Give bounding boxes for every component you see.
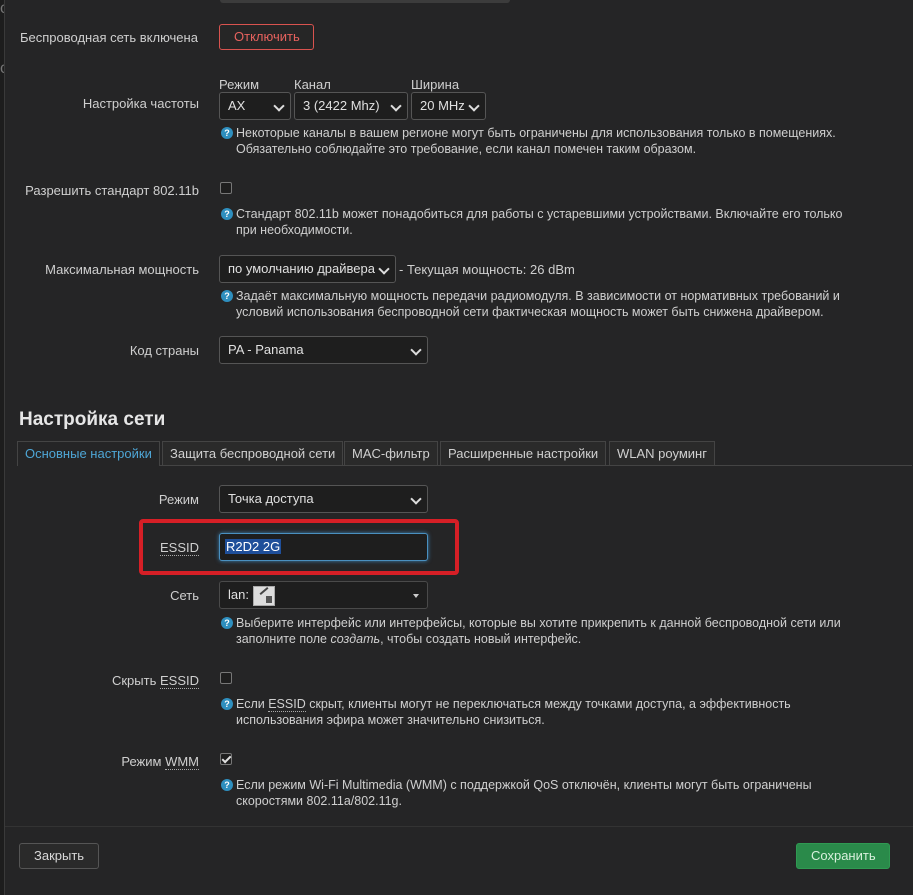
- tab-wireless-security[interactable]: Защита беспроводной сети: [162, 441, 344, 465]
- frequency-label: Настройка частоты: [82, 96, 199, 111]
- tx-power-label: Максимальная мощность: [45, 262, 199, 277]
- help-icon: ?: [221, 290, 233, 302]
- footer-divider: [5, 826, 913, 827]
- close-button[interactable]: Закрыть: [19, 843, 99, 869]
- wmm-checkbox[interactable]: [220, 753, 232, 765]
- essid-highlight-annotation: [139, 519, 459, 575]
- network-interface-icon: [252, 585, 275, 606]
- mode-select[interactable]: AX: [219, 92, 291, 120]
- chevron-down-icon: [390, 100, 402, 112]
- tab-mac-filter[interactable]: MAC-фильтр: [344, 441, 438, 465]
- network-help: ? Выберите интерфейс или интерфейсы, кот…: [221, 615, 881, 647]
- hide-essid-checkbox[interactable]: [220, 672, 232, 684]
- current-power-text: - Текущая мощность: 26 dBm: [399, 262, 575, 277]
- wmm-help: ? Если режим Wi-Fi Multimedia (WMM) с по…: [221, 777, 881, 809]
- channel-select[interactable]: 3 (2422 Mhz): [294, 92, 408, 120]
- disable-button[interactable]: Отключить: [219, 24, 314, 50]
- wireless-config-modal: Беспроводная сеть включена Отключить Реж…: [4, 0, 913, 895]
- country-label: Код страны: [129, 343, 199, 358]
- chevron-down-icon: [410, 344, 422, 356]
- network-select[interactable]: lan:: [219, 581, 428, 609]
- allow-legacy-help: ? Стандарт 802.11b может понадобиться дл…: [221, 206, 881, 238]
- allow-legacy-checkbox[interactable]: [220, 182, 232, 194]
- help-icon: ?: [221, 617, 233, 629]
- tab-basic-settings[interactable]: Основные настройки: [17, 441, 160, 466]
- help-icon: ?: [221, 208, 233, 220]
- channel-sublabel: Канал: [294, 77, 331, 92]
- width-select[interactable]: 20 MHz: [411, 92, 486, 120]
- mode-label: Режим: [158, 492, 199, 507]
- chevron-down-icon: [468, 100, 480, 112]
- chevron-down-icon: [273, 100, 285, 112]
- save-button[interactable]: Сохранить: [796, 843, 890, 869]
- mode-sublabel: Режим: [219, 77, 260, 92]
- chevron-down-icon: [410, 493, 422, 505]
- wireless-enabled-label: Беспроводная сеть включена: [20, 30, 198, 45]
- wifi-mode-select[interactable]: Точка доступа: [219, 485, 428, 513]
- chevron-down-icon: [378, 263, 390, 275]
- allow-legacy-label: Разрешить стандарт 802.11b: [25, 183, 199, 198]
- wmm-label: Режим WMM: [121, 754, 199, 770]
- scroll-remnant: [220, 0, 510, 3]
- tab-advanced-settings[interactable]: Расширенные настройки: [440, 441, 607, 465]
- country-select[interactable]: PA - Panama: [219, 336, 428, 364]
- help-icon: ?: [221, 127, 233, 139]
- frequency-help: ? Некоторые каналы в вашем регионе могут…: [221, 125, 881, 157]
- tab-wlan-roaming[interactable]: WLAN роуминг: [609, 441, 715, 465]
- width-sublabel: Ширина: [411, 77, 460, 92]
- tx-power-help: ? Задаёт максимальную мощность передачи …: [221, 288, 881, 320]
- hide-essid-help: ? Если ESSID скрыт, клиенты могут не пер…: [221, 696, 881, 728]
- section-title: Настройка сети: [19, 409, 166, 430]
- tx-power-select[interactable]: по умолчанию драйвера: [219, 255, 396, 283]
- tab-bar: Основные настройки Защита беспроводной с…: [17, 441, 912, 466]
- help-icon: ?: [221, 779, 233, 791]
- caret-down-icon: [413, 594, 419, 598]
- hide-essid-label: Скрыть ESSID: [111, 673, 199, 689]
- network-label: Сеть: [170, 588, 199, 603]
- help-icon: ?: [221, 698, 233, 710]
